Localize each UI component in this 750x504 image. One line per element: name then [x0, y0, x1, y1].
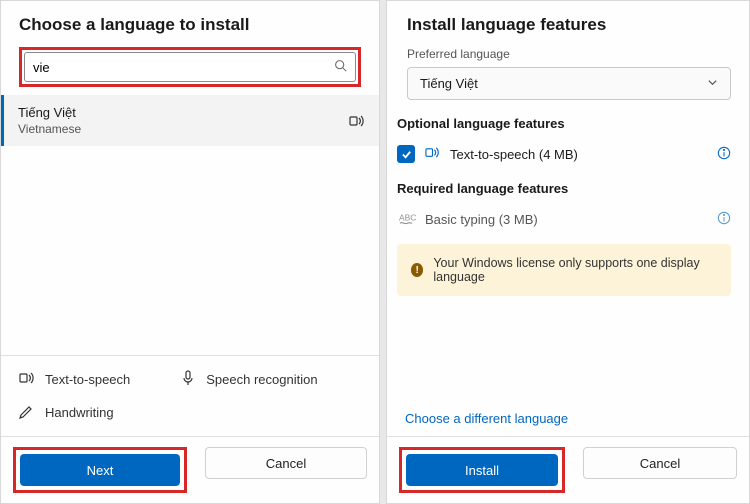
language-search[interactable]	[24, 52, 356, 82]
tts-icon	[349, 113, 365, 129]
preferred-language-value: Tiếng Việt	[420, 76, 478, 91]
microphone-icon	[180, 370, 196, 389]
legend-speech: Speech recognition	[180, 370, 317, 389]
tts-checkbox[interactable]	[397, 145, 415, 163]
license-warning: ! Your Windows license only supports one…	[397, 244, 731, 296]
choose-different-language-link[interactable]: Choose a different language	[387, 401, 749, 436]
search-input[interactable]	[33, 60, 334, 75]
install-button[interactable]: Install	[406, 454, 558, 486]
legend-tts: Text-to-speech	[19, 370, 130, 389]
next-highlight: Next	[13, 447, 187, 493]
legend-label: Text-to-speech	[45, 372, 130, 387]
preferred-language-label: Preferred language	[407, 47, 731, 61]
feature-label: Basic typing (3 MB)	[425, 212, 707, 227]
feature-legend: Text-to-speech Speech recognition Handwr…	[1, 355, 379, 436]
language-native-name: Tiếng Việt	[18, 105, 81, 120]
optional-features-heading: Optional language features	[397, 116, 731, 131]
tts-icon	[19, 370, 35, 389]
required-features-heading: Required language features	[397, 181, 731, 196]
spacer	[1, 154, 379, 355]
chevron-down-icon	[707, 76, 718, 91]
preferred-language-select[interactable]: Tiếng Việt	[407, 67, 731, 100]
dialog-title: Install language features	[397, 15, 731, 35]
feature-label: Text-to-speech (4 MB)	[450, 147, 707, 162]
info-icon[interactable]	[717, 146, 731, 163]
legend-handwriting: Handwriting	[19, 403, 114, 422]
handwriting-icon	[19, 403, 35, 422]
legend-label: Speech recognition	[206, 372, 317, 387]
svg-text:ABC: ABC	[399, 212, 416, 222]
cancel-button[interactable]: Cancel	[205, 447, 367, 479]
choose-language-dialog: Choose a language to install Tiếng Việt …	[0, 0, 380, 504]
search-highlight	[19, 47, 361, 87]
cancel-button[interactable]: Cancel	[583, 447, 737, 479]
info-icon[interactable]	[717, 211, 731, 228]
spacer	[387, 304, 749, 401]
install-features-dialog: Install language features Preferred lang…	[386, 0, 750, 504]
footer: Install Cancel	[387, 436, 749, 503]
dialog-title: Choose a language to install	[19, 15, 361, 35]
feature-tts: Text-to-speech (4 MB)	[397, 139, 731, 169]
warning-icon: !	[411, 263, 423, 277]
search-icon	[334, 59, 347, 75]
warning-text: Your Windows license only supports one d…	[433, 256, 717, 284]
next-button[interactable]: Next	[20, 454, 180, 486]
tts-icon	[425, 145, 440, 163]
keyboard-icon: ABC	[397, 210, 415, 228]
install-highlight: Install	[399, 447, 565, 493]
language-english-name: Vietnamese	[18, 122, 81, 136]
feature-basic-typing: ABC Basic typing (3 MB)	[397, 204, 731, 234]
footer: Next Cancel	[1, 436, 379, 503]
language-result-vietnamese[interactable]: Tiếng Việt Vietnamese	[1, 95, 379, 146]
legend-label: Handwriting	[45, 405, 114, 420]
